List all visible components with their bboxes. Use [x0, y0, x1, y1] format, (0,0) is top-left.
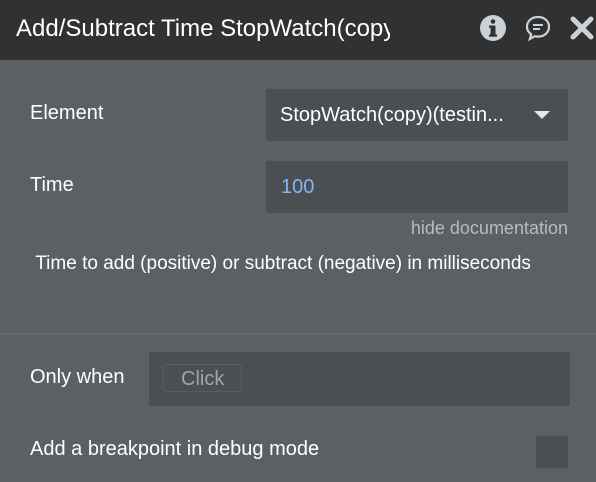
time-input[interactable]: 100	[266, 161, 568, 213]
time-value: 100	[281, 176, 315, 198]
title-bar: Add/Subtract Time StopWatch(copy)(testin…	[0, 0, 596, 60]
breakpoint-label: Add a breakpoint in debug mode	[30, 438, 320, 460]
section-divider	[0, 333, 596, 334]
chevron-down-icon	[534, 111, 550, 119]
documentation-text: Time to add (positive) or subtract (nega…	[30, 253, 531, 274]
property-editor-panel: Add/Subtract Time StopWatch(copy)(testin…	[0, 0, 596, 482]
breakpoint-checkbox[interactable]	[536, 436, 568, 468]
panel-title: Add/Subtract Time StopWatch(copy)(testin…	[16, 15, 390, 42]
click-placeholder-chip[interactable]: Click	[163, 364, 243, 392]
element-dropdown[interactable]: StopWatch(copy)(testin...	[266, 89, 568, 141]
only-when-label: Only when	[30, 366, 125, 388]
time-label: Time	[30, 174, 74, 196]
hide-documentation-link[interactable]: hide documentation	[411, 218, 568, 239]
close-icon[interactable]	[568, 13, 596, 43]
comment-icon[interactable]	[523, 13, 553, 43]
element-label: Element	[30, 102, 104, 124]
element-dropdown-value: StopWatch(copy)(testin...	[280, 104, 504, 126]
only-when-condition-input[interactable]: Click	[149, 352, 570, 406]
info-icon[interactable]	[478, 13, 508, 43]
